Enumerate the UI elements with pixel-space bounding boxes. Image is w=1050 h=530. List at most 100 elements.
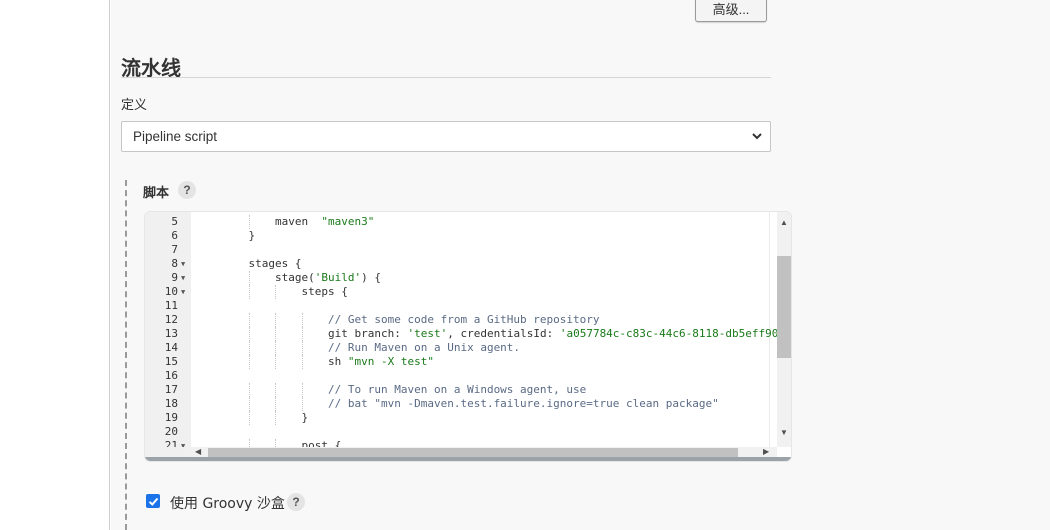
code-token: stage(	[275, 271, 315, 284]
code-line: // Run Maven on a Unix agent.	[191, 341, 777, 355]
code-line: steps {	[191, 285, 777, 299]
code-token: post {	[301, 439, 342, 447]
script-editor[interactable]: 5678▼9▼10▼1112131415161718192021▼22 mave…	[144, 211, 792, 462]
line-number: 8 ▼	[145, 257, 191, 271]
indent-guide	[248, 313, 250, 327]
definition-select-value: Pipeline script	[133, 129, 218, 144]
line-number-text: 11	[164, 299, 178, 312]
code-line-text: maven "maven3"	[275, 215, 374, 229]
code-token: steps {	[301, 285, 348, 298]
scroll-up-arrow-icon[interactable]: ▲	[780, 218, 788, 227]
line-number: 14	[145, 341, 191, 355]
indent-guide	[248, 383, 250, 397]
code-line-text: // Run Maven on a Unix agent.	[328, 341, 520, 355]
indent-guide	[248, 215, 250, 229]
line-number-text: 15	[164, 355, 178, 368]
code-token: git branch:	[328, 327, 408, 340]
code-line: stage('Build') {	[191, 271, 777, 285]
editor-resize-bar[interactable]	[145, 457, 791, 461]
indent-guide	[275, 341, 276, 355]
indent-guide	[301, 313, 303, 327]
horizontal-scrollbar-thumb[interactable]	[208, 448, 738, 457]
indent-guide	[301, 341, 303, 355]
vertical-scrollbar-thumb[interactable]	[777, 256, 791, 358]
line-number-text: 14	[164, 341, 178, 354]
line-number: 15	[145, 355, 191, 369]
indent-guide	[248, 271, 250, 285]
line-number-text: 20	[164, 425, 178, 438]
indent-guide	[248, 327, 250, 341]
code-line: }	[191, 411, 777, 425]
line-number: 6	[145, 229, 191, 243]
advanced-button[interactable]: 高级...	[695, 0, 767, 22]
scroll-down-arrow-icon[interactable]: ▼	[780, 428, 788, 437]
code-line: git branch: 'test', credentialsId: 'a057…	[191, 327, 777, 341]
line-number: 12	[145, 313, 191, 327]
code-token: stages {	[248, 257, 302, 270]
indent-guide	[301, 383, 303, 397]
definition-label: 定义	[121, 98, 148, 113]
editor-gutter: 5678▼9▼10▼1112131415161718192021▼22	[145, 212, 191, 461]
indent-guide	[248, 285, 250, 299]
chevron-down-icon	[752, 133, 762, 140]
code-line-text: }	[302, 411, 309, 425]
indent-guide	[248, 341, 250, 355]
code-token: }	[301, 411, 309, 424]
line-number-text: 6	[171, 229, 178, 242]
indent-guide	[301, 397, 303, 411]
line-number: 10 ▼	[145, 285, 191, 299]
scroll-right-arrow-icon[interactable]: ▶	[763, 447, 769, 456]
code-line-text: git branch: 'test', credentialsId: 'a057…	[328, 327, 777, 341]
section-divider	[121, 77, 771, 78]
fold-arrow-icon[interactable]: ▼	[181, 271, 185, 285]
nested-section-indicator	[125, 180, 127, 530]
line-number: 13	[145, 327, 191, 341]
fold-arrow-icon[interactable]: ▼	[181, 285, 185, 299]
string-token: 'a057784c-c83c-44c6-8118-db5eff90a75e	[559, 327, 777, 340]
comment-token: // Get some code from a GitHub repositor…	[328, 313, 600, 326]
code-line-text: post {	[302, 439, 342, 447]
indent-guide	[248, 397, 250, 411]
indent-guide	[275, 285, 276, 299]
indent-guide	[248, 411, 250, 425]
indent-guide	[275, 313, 276, 327]
code-line: maven "maven3"	[191, 215, 777, 229]
line-number-text: 12	[164, 313, 178, 326]
line-number-text: 18	[164, 397, 178, 410]
line-number: 7	[145, 243, 191, 257]
code-line-text: stage('Build') {	[275, 271, 381, 285]
editor-code-area[interactable]: maven "maven3"} stages {stage('Build') {s…	[191, 212, 777, 447]
string-token: 'test'	[407, 327, 448, 340]
indent-guide	[275, 383, 276, 397]
pipeline-config-content: 高级... 流水线 定义 Pipeline script 脚本 ? 5 6 7 8 ▼ 9…	[111, 0, 1050, 530]
indent-guide	[275, 355, 276, 369]
code-line-text: // To run Maven on a Windows agent, use	[328, 383, 586, 397]
comment-token: // Run Maven on a Unix agent.	[328, 341, 521, 354]
left-pane	[0, 0, 110, 530]
line-number-text: 5	[171, 215, 178, 228]
indent-guide	[301, 327, 303, 341]
comment-token: // bat "mvn -Dmaven.test.failure.ignore=…	[328, 397, 719, 410]
indent-guide	[275, 327, 276, 341]
script-help-icon[interactable]: ?	[178, 181, 196, 199]
indent-guide	[275, 397, 276, 411]
comment-token: // To run Maven on a Windows agent, use	[328, 383, 587, 396]
line-number: 9 ▼	[145, 271, 191, 285]
code-token: }	[248, 229, 256, 242]
fold-arrow-icon[interactable]: ▼	[181, 257, 185, 271]
sandbox-help-icon[interactable]: ?	[287, 493, 305, 511]
code-line: // bat "mvn -Dmaven.test.failure.ignore=…	[191, 397, 777, 411]
groovy-sandbox-checkbox[interactable]	[146, 494, 160, 508]
gutter-tail	[145, 447, 191, 457]
definition-select[interactable]: Pipeline script	[121, 121, 771, 152]
line-number-text: 10	[164, 285, 178, 298]
groovy-sandbox-label[interactable]: 使用 Groovy 沙盒	[170, 493, 285, 513]
scroll-left-arrow-icon[interactable]: ◀	[195, 447, 201, 456]
string-token: 'Build'	[314, 271, 362, 284]
code-line: // Get some code from a GitHub repositor…	[191, 313, 777, 327]
code-line: }	[191, 229, 777, 243]
line-number-text: 19	[164, 411, 178, 424]
line-number: 18	[145, 397, 191, 411]
code-line: // To run Maven on a Windows agent, use	[191, 383, 777, 397]
